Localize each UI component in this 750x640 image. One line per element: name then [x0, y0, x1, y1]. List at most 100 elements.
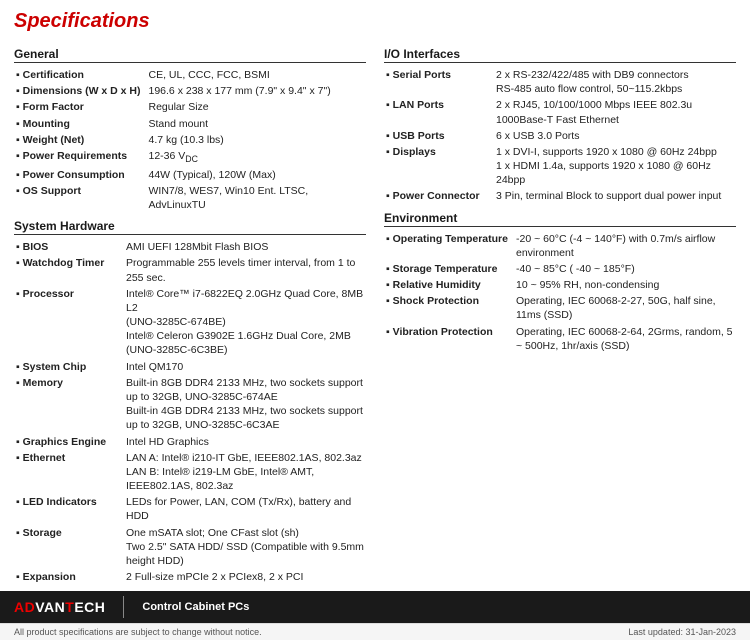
spec-value: Stand mount [147, 116, 367, 132]
spec-label: Power Requirements [14, 148, 147, 167]
spec-value: 3 Pin, terminal Block to support dual po… [494, 188, 736, 204]
section: I/O Interfaces Serial Ports2 x RS-232/422… [384, 47, 736, 205]
spec-label: Processor [14, 286, 124, 359]
table-row: StorageOne mSATA slot; One CFast slot (s… [14, 525, 366, 570]
table-row: MemoryBuilt-in 8GB DDR4 2133 MHz, two so… [14, 375, 366, 434]
spec-label: Displays [384, 144, 494, 189]
spec-value: 2 x RS-232/422/485 with DB9 connectorsRS… [494, 67, 736, 97]
footer-bottom: All product specifications are subject t… [0, 623, 750, 640]
page: Specifications General CertificationCE, U… [0, 0, 750, 640]
spec-value: Operating, IEC 60068-2-27, 50G, half sin… [514, 293, 736, 323]
spec-label: Storage Temperature [384, 261, 514, 277]
footer-logo: ADVANTECH [14, 599, 105, 615]
spec-value: 44W (Typical), 120W (Max) [147, 167, 367, 183]
spec-value: 196.6 x 238 x 177 mm (7.9" x 9.4" x 7") [147, 83, 367, 99]
spec-value: WIN7/8, WES7, Win10 Ent. LTSC, AdvLinuxT… [147, 183, 367, 213]
spec-value: 6 x USB 3.0 Ports [494, 128, 736, 144]
section-title: I/O Interfaces [384, 47, 736, 63]
spec-value: Intel QM170 [124, 359, 366, 375]
spec-value: Intel HD Graphics [124, 434, 366, 450]
spec-value: LEDs for Power, LAN, COM (Tx/Rx), batter… [124, 494, 366, 524]
table-row: OS SupportWIN7/8, WES7, Win10 Ent. LTSC,… [14, 183, 366, 213]
right-column: I/O Interfaces Serial Ports2 x RS-232/422… [384, 41, 736, 585]
spec-value: 1 x DVI-I, supports 1920 x 1080 @ 60Hz 2… [494, 144, 736, 189]
spec-label: Relative Humidity [384, 277, 514, 293]
table-row: Form FactorRegular Size [14, 99, 366, 115]
last-updated: Last updated: 31-Jan-2023 [628, 627, 736, 637]
spec-value: Built-in 8GB DDR4 2133 MHz, two sockets … [124, 375, 366, 434]
table-row: MountingStand mount [14, 116, 366, 132]
table-row: CertificationCE, UL, CCC, FCC, BSMI [14, 67, 366, 83]
table-row: Weight (Net)4.7 kg (10.3 lbs) [14, 132, 366, 148]
table-row: Serial Ports2 x RS-232/422/485 with DB9 … [384, 67, 736, 97]
spec-table: CertificationCE, UL, CCC, FCC, BSMIDimen… [14, 67, 366, 213]
two-column-layout: General CertificationCE, UL, CCC, FCC, BS… [14, 41, 736, 585]
disclaimer: All product specifications are subject t… [14, 627, 262, 637]
footer-divider [123, 596, 124, 618]
spec-label: Weight (Net) [14, 132, 147, 148]
table-row: Power Connector3 Pin, terminal Block to … [384, 188, 736, 204]
spec-label: OS Support [14, 183, 147, 213]
table-row: LED IndicatorsLEDs for Power, LAN, COM (… [14, 494, 366, 524]
section: General CertificationCE, UL, CCC, FCC, BS… [14, 47, 366, 213]
table-row: Power Requirements12-36 VDC [14, 148, 366, 167]
spec-label: Vibration Protection [384, 324, 514, 354]
spec-label: Operating Temperature [384, 231, 514, 261]
spec-value: One mSATA slot; One CFast slot (sh)Two 2… [124, 525, 366, 570]
spec-value: -20 ~ 60°C (-4 ~ 140°F) with 0.7m/s airf… [514, 231, 736, 261]
spec-label: Graphics Engine [14, 434, 124, 450]
spec-value: Intel® Core™ i7-6822EQ 2.0GHz Quad Core,… [124, 286, 366, 359]
page-title: Specifications [14, 10, 736, 33]
spec-label: LED Indicators [14, 494, 124, 524]
spec-value: 10 ~ 95% RH, non-condensing [514, 277, 736, 293]
logo-text: ADVANTECH [14, 599, 105, 615]
spec-label: Expansion [14, 569, 124, 585]
spec-label: Shock Protection [384, 293, 514, 323]
table-row: Expansion2 Full-size mPCIe 2 x PCIex8, 2… [14, 569, 366, 585]
logo-tech-red: T [65, 599, 74, 615]
table-row: Vibration ProtectionOperating, IEC 60068… [384, 324, 736, 354]
table-row: Operating Temperature-20 ~ 60°C (-4 ~ 14… [384, 231, 736, 261]
table-row: Graphics EngineIntel HD Graphics [14, 434, 366, 450]
table-row: BIOSAMI UEFI 128Mbit Flash BIOS [14, 239, 366, 255]
table-row: EthernetLAN A: Intel® i210-IT GbE, IEEE8… [14, 450, 366, 495]
spec-label: Form Factor [14, 99, 147, 115]
spec-value: AMI UEFI 128Mbit Flash BIOS [124, 239, 366, 255]
left-column: General CertificationCE, UL, CCC, FCC, BS… [14, 41, 366, 585]
spec-label: Storage [14, 525, 124, 570]
spec-table: Serial Ports2 x RS-232/422/485 with DB9 … [384, 67, 736, 205]
spec-label: Certification [14, 67, 147, 83]
spec-value: 2 x RJ45, 10/100/1000 Mbps IEEE 802.3u 1… [494, 97, 736, 127]
spec-value: CE, UL, CCC, FCC, BSMI [147, 67, 367, 83]
footer-bar: ADVANTECH Control Cabinet PCs [0, 591, 750, 623]
logo-van: VAN [35, 599, 65, 615]
spec-label: Memory [14, 375, 124, 434]
spec-label: Mounting [14, 116, 147, 132]
spec-label: Serial Ports [384, 67, 494, 97]
spec-value: 4.7 kg (10.3 lbs) [147, 132, 367, 148]
spec-label: Ethernet [14, 450, 124, 495]
table-row: Relative Humidity10 ~ 95% RH, non-conden… [384, 277, 736, 293]
table-row: Storage Temperature-40 ~ 85°C ( -40 ~ 18… [384, 261, 736, 277]
spec-value: 12-36 VDC [147, 148, 367, 167]
table-row: Power Consumption44W (Typical), 120W (Ma… [14, 167, 366, 183]
spec-value: -40 ~ 85°C ( -40 ~ 185°F) [514, 261, 736, 277]
spec-table: Operating Temperature-20 ~ 60°C (-4 ~ 14… [384, 231, 736, 354]
spec-label: Dimensions (W x D x H) [14, 83, 147, 99]
table-row: System ChipIntel QM170 [14, 359, 366, 375]
spec-value: Regular Size [147, 99, 367, 115]
spec-value: Programmable 255 levels timer interval, … [124, 255, 366, 285]
table-row: ProcessorIntel® Core™ i7-6822EQ 2.0GHz Q… [14, 286, 366, 359]
spec-label: LAN Ports [384, 97, 494, 127]
main-content: Specifications General CertificationCE, U… [0, 0, 750, 591]
spec-table: BIOSAMI UEFI 128Mbit Flash BIOSWatchdog … [14, 239, 366, 585]
spec-label: System Chip [14, 359, 124, 375]
logo-ech: ECH [74, 599, 105, 615]
table-row: LAN Ports2 x RJ45, 10/100/1000 Mbps IEEE… [384, 97, 736, 127]
section-title: System Hardware [14, 219, 366, 235]
section-title: General [14, 47, 366, 63]
section: EnvironmentOperating Temperature-20 ~ 60… [384, 211, 736, 354]
section: System Hardware BIOSAMI UEFI 128Mbit Flas… [14, 219, 366, 585]
spec-label: USB Ports [384, 128, 494, 144]
table-row: Displays1 x DVI-I, supports 1920 x 1080 … [384, 144, 736, 189]
